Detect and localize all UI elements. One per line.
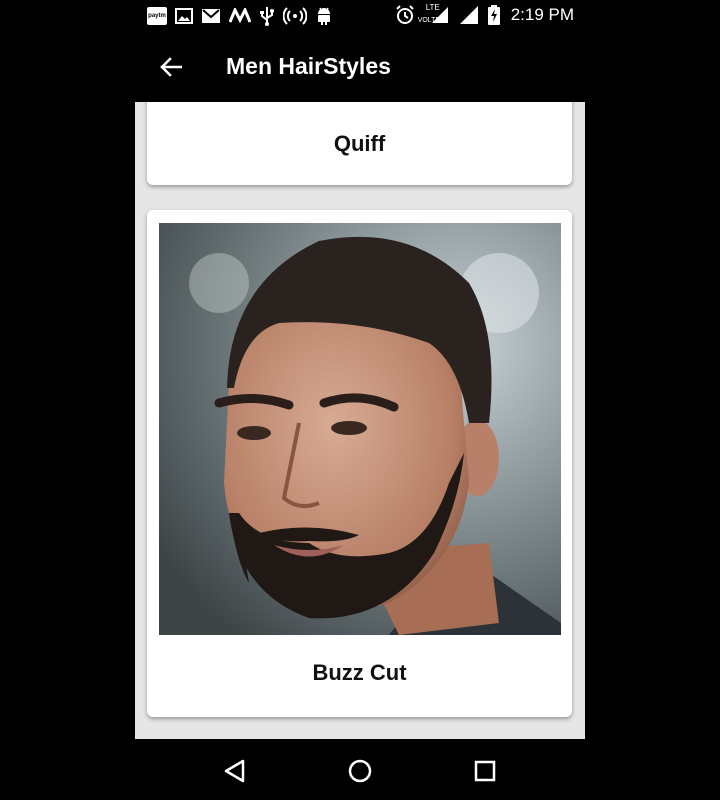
system-status-icons: LTE VOLTE 2:19 PM — [395, 3, 574, 25]
android-icon — [315, 6, 333, 26]
back-button[interactable] — [156, 52, 186, 82]
battery-charging-icon — [487, 5, 500, 25]
app-bar: Men HairStyles — [0, 32, 720, 102]
recents-square-icon — [474, 760, 496, 782]
status-time: 2:19 PM — [510, 5, 574, 24]
buzz-cut-photo — [159, 223, 561, 635]
home-circle-icon — [348, 759, 372, 783]
page-title: Men HairStyles — [226, 53, 391, 79]
gmail-icon — [201, 8, 221, 24]
navigation-bar — [0, 740, 720, 800]
paytm-icon: paytm — [147, 7, 167, 25]
hairstyle-label: Buzz Cut — [312, 660, 407, 685]
arrow-back-icon — [160, 57, 182, 77]
usb-icon — [259, 6, 275, 26]
hairstyle-label: Quiff — [333, 131, 386, 156]
back-triangle-icon — [224, 759, 245, 783]
alarm-icon — [395, 5, 415, 25]
volte-lte-icon: LTE VOLTE — [418, 3, 450, 25]
nav-back-button[interactable] — [220, 756, 250, 786]
hairstyle-card-quiff[interactable]: Quiff — [147, 102, 572, 185]
moto-icon — [229, 8, 251, 24]
hairstyle-card-buzz-cut[interactable]: Buzz Cut — [147, 210, 572, 717]
notification-icons: paytm — [147, 6, 333, 26]
hairstyle-list[interactable]: Quiff Buzz Cut — [135, 102, 585, 739]
signal-icon — [459, 5, 479, 25]
nav-home-button[interactable] — [345, 756, 375, 786]
hotspot-icon — [283, 7, 307, 25]
gallery-icon — [175, 7, 193, 25]
status-bar: paytm LTE VOLTE 2:19 PM — [0, 0, 720, 32]
nav-recents-button[interactable] — [470, 756, 500, 786]
